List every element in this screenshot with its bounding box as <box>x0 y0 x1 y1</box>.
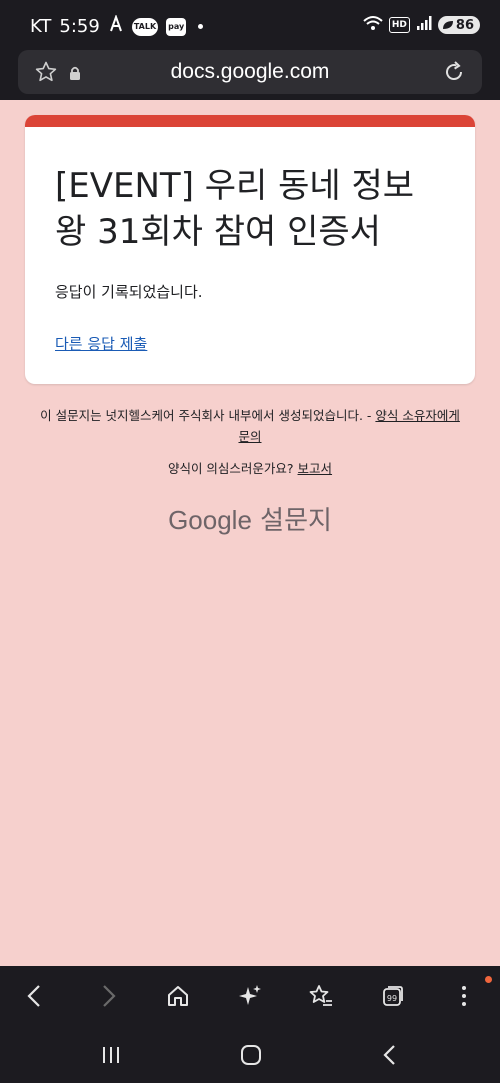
star-list-icon <box>309 985 332 1006</box>
kakaopay-icon: pay <box>166 17 187 36</box>
report-line: 양식이 의심스러운가요? 보고서 <box>0 458 500 477</box>
battery-level: 86 <box>455 17 474 33</box>
battery-saver-icon <box>442 21 453 29</box>
browser-address-area: docs.google.com <box>0 50 500 100</box>
kakaotalk-icon: TALK <box>131 17 159 36</box>
sparkle-icon <box>239 985 261 1005</box>
more-notifications-dot <box>198 24 204 29</box>
more-options-button[interactable] <box>450 982 478 1010</box>
tabs-button[interactable]: 99 <box>379 982 407 1010</box>
home-pill-icon <box>241 1045 261 1065</box>
response-recorded-message: 응답이 기록되었습니다. <box>55 283 203 301</box>
home-icon <box>168 986 188 1006</box>
url-text[interactable]: docs.google.com <box>18 60 482 84</box>
forms-wordmark: 설문지 <box>260 506 332 536</box>
card-accent-bar <box>25 115 475 127</box>
carrier-label: KT <box>30 16 52 37</box>
report-link[interactable]: 보고서 <box>298 461 333 476</box>
bookmarks-button[interactable] <box>307 982 335 1010</box>
forward-button[interactable] <box>94 982 122 1010</box>
status-right: HD 86 <box>363 15 480 35</box>
wifi-icon <box>363 15 383 35</box>
home-button[interactable] <box>164 982 192 1010</box>
google-forms-logo[interactable]: Google 설문지 <box>0 500 500 537</box>
reload-icon[interactable] <box>442 60 466 88</box>
recents-icon <box>103 1047 119 1063</box>
form-owner-notice: 이 설문지는 넛지헬스케어 주식회사 내부에서 생성되었습니다. - 양식 소유… <box>40 405 460 447</box>
google-wordmark: Google <box>168 505 252 535</box>
hd-voice-icon: HD <box>388 17 410 33</box>
chevron-right-icon <box>103 985 116 1007</box>
more-vert-icon <box>462 986 466 1006</box>
suspicious-text: 양식이 의심스러운가요? <box>167 461 298 476</box>
system-back-button[interactable] <box>377 1042 403 1068</box>
app-notification-icon <box>108 14 124 38</box>
chevron-left-icon <box>27 985 40 1007</box>
update-notification-dot <box>485 976 492 983</box>
svg-text:99: 99 <box>387 994 397 1003</box>
battery-indicator: 86 <box>437 16 480 34</box>
signal-icon <box>416 15 432 35</box>
response-card: [EVENT] 우리 동네 정보왕 31회차 참여 인증서 응답이 기록되었습니… <box>25 115 475 384</box>
back-button[interactable] <box>21 982 49 1010</box>
ai-assistant-button[interactable] <box>236 982 264 1010</box>
status-bar: KT 5:59 TALK pay HD 86 <box>0 0 500 50</box>
recent-apps-button[interactable] <box>98 1042 124 1068</box>
system-navigation-bar <box>0 1026 500 1083</box>
clock: 5:59 <box>59 16 100 37</box>
back-chevron-icon <box>383 1045 395 1065</box>
submit-another-response-link[interactable]: 다른 응답 제출 <box>55 333 147 354</box>
tabs-icon: 99 <box>383 986 403 1006</box>
address-bar[interactable]: docs.google.com <box>18 50 482 94</box>
system-home-button[interactable] <box>238 1042 264 1068</box>
status-left: KT 5:59 TALK pay <box>30 14 204 38</box>
form-title: [EVENT] 우리 동네 정보왕 31회차 참여 인증서 <box>55 166 415 252</box>
browser-toolbar: 99 <box>0 966 500 1026</box>
created-by-text: 이 설문지는 넛지헬스케어 주식회사 내부에서 생성되었습니다. - <box>40 408 376 423</box>
